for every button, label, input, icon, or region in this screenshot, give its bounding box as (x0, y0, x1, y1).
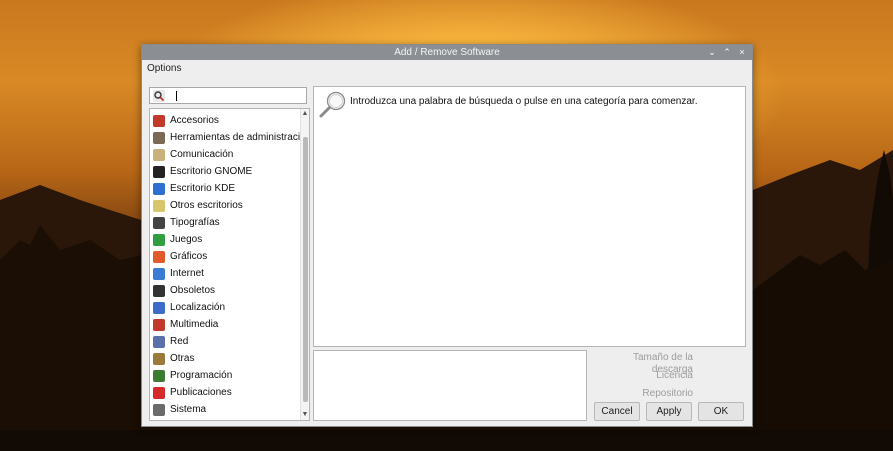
add-remove-software-window: Add / Remove Software ⌄ ⌃ × Options Acce… (141, 44, 753, 427)
category-label: Escritorio KDE (170, 183, 236, 194)
category-label: Gráficos (170, 251, 208, 262)
category-label: Internet (170, 268, 204, 279)
other-desktops-icon (153, 199, 165, 212)
scroll-down-icon[interactable]: ▼ (301, 411, 309, 419)
category-item[interactable]: Accesorios (150, 112, 302, 129)
category-label: Obsoletos (170, 285, 216, 296)
package-details-pane (313, 350, 587, 421)
internet-icon (153, 267, 165, 280)
apply-button[interactable]: Apply (646, 402, 692, 421)
category-item[interactable]: Escritorio GNOME (150, 163, 302, 180)
window-title: Add / Remove Software (394, 47, 500, 58)
category-item[interactable]: Otros escritorios (150, 197, 302, 214)
title-bar: Add / Remove Software ⌄ ⌃ × (142, 45, 752, 60)
category-item[interactable]: Escritorio KDE (150, 180, 302, 197)
category-item[interactable]: Publicaciones (150, 384, 302, 401)
minimize-button[interactable]: ⌄ (708, 45, 716, 60)
category-label: Sistema (170, 404, 207, 415)
search-input[interactable] (167, 89, 303, 102)
category-label: Red (170, 336, 189, 347)
category-label: Comunicación (170, 149, 234, 160)
category-item[interactable]: Internet (150, 265, 302, 282)
category-item[interactable]: Multimedia (150, 316, 302, 333)
text-cursor (176, 91, 177, 101)
close-button[interactable]: × (738, 45, 746, 60)
menu-bar: Options (142, 60, 752, 78)
category-label: Localización (170, 302, 226, 313)
category-label: Juegos (170, 234, 203, 245)
category-item[interactable]: Programación (150, 367, 302, 384)
accessories-icon (153, 114, 165, 127)
category-label: Programación (170, 370, 233, 381)
category-label: Tipografías (170, 217, 220, 228)
menu-options[interactable]: Options (147, 63, 181, 74)
obsolete-icon (153, 284, 165, 297)
category-label: Publicaciones (170, 387, 232, 398)
graphics-icon (153, 250, 165, 263)
maximize-button[interactable]: ⌃ (723, 45, 731, 60)
category-label: Herramientas de administració (170, 132, 306, 143)
download-size-label: Tamaño de la descarga (632, 352, 693, 375)
scrollbar-thumb[interactable] (303, 137, 308, 402)
magnifier-icon (319, 91, 346, 118)
category-scrollbar[interactable]: ▲ ▼ (300, 109, 309, 420)
kde-icon (153, 182, 165, 195)
cancel-button[interactable]: Cancel (594, 402, 640, 421)
category-label: Accesorios (170, 115, 219, 126)
search-field[interactable] (149, 87, 307, 104)
publishing-icon (153, 386, 165, 399)
results-pane: Introduzca una palabra de búsqueda o pul… (313, 86, 746, 347)
category-item[interactable]: Otras (150, 350, 302, 367)
fonts-icon (153, 216, 165, 229)
localization-icon (153, 301, 165, 314)
category-list: Accesorios Herramientas de administració C… (149, 108, 310, 421)
category-label: Escritorio GNOME (170, 166, 253, 177)
category-item[interactable]: Juegos (150, 231, 302, 248)
network-icon (153, 335, 165, 348)
window-controls: ⌄ ⌃ × (708, 45, 746, 60)
category-item[interactable]: Red (150, 333, 302, 350)
gnome-icon (153, 165, 165, 178)
category-item[interactable]: Comunicación (150, 146, 302, 163)
category-item[interactable]: Sistema (150, 401, 302, 418)
category-items: Accesorios Herramientas de administració C… (150, 112, 306, 418)
category-item[interactable]: Gráficos (150, 248, 302, 265)
license-label: Licencia (656, 370, 693, 381)
system-icon (153, 403, 165, 416)
other-icon (153, 352, 165, 365)
category-item[interactable]: Herramientas de administració (150, 129, 306, 146)
ok-button[interactable]: OK (698, 402, 744, 421)
category-label: Otras (170, 353, 195, 364)
admin-tools-icon (153, 131, 165, 144)
search-icon (153, 90, 165, 102)
scroll-up-icon[interactable]: ▲ (301, 110, 309, 118)
package-info-labels: Tamaño de la descarga Licencia Repositor… (590, 352, 693, 406)
category-label: Otros escritorios (170, 200, 243, 211)
category-item[interactable]: Obsoletos (150, 282, 302, 299)
multimedia-icon (153, 318, 165, 331)
search-hint-text: Introduzca una palabra de búsqueda o pul… (350, 96, 698, 107)
category-item[interactable]: Localización (150, 299, 302, 316)
category-label: Multimedia (170, 319, 219, 330)
games-icon (153, 233, 165, 246)
communication-icon (153, 148, 165, 161)
programming-icon (153, 369, 165, 382)
category-item[interactable]: Tipografías (150, 214, 302, 231)
